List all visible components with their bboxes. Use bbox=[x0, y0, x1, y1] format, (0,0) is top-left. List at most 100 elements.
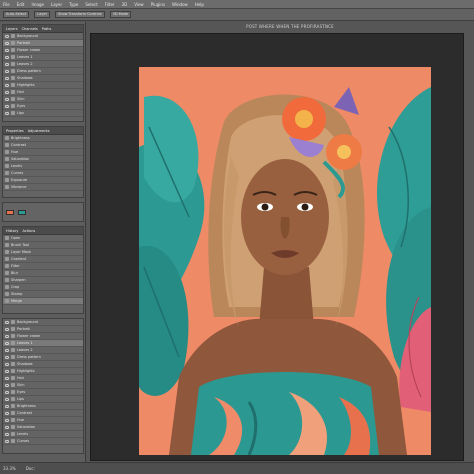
visibility-eye-icon[interactable] bbox=[5, 341, 9, 345]
panel-row[interactable]: Eyes bbox=[3, 103, 83, 110]
document-canvas[interactable] bbox=[139, 67, 431, 455]
panel-row[interactable]: Skin bbox=[3, 382, 83, 389]
panel-row[interactable]: Levels bbox=[3, 431, 83, 438]
visibility-eye-icon[interactable] bbox=[5, 34, 9, 38]
option-button[interactable]: 3D Mode bbox=[109, 11, 132, 18]
option-button[interactable]: Layer bbox=[34, 11, 51, 18]
panel-row[interactable]: Skin bbox=[3, 96, 83, 103]
visibility-eye-icon[interactable] bbox=[5, 369, 9, 373]
panel-row[interactable]: Leaves 1 bbox=[3, 340, 83, 347]
menu-item[interactable]: Filter bbox=[105, 2, 115, 7]
foreground-color-swatch[interactable] bbox=[6, 209, 14, 215]
panel-row[interactable]: Background bbox=[3, 319, 83, 326]
panel-row[interactable]: Highlights bbox=[3, 368, 83, 375]
visibility-eye-icon[interactable] bbox=[5, 334, 9, 338]
panel-row[interactable]: Brightness bbox=[3, 403, 83, 410]
panel-row[interactable]: Blur bbox=[3, 270, 83, 277]
panel-row[interactable]: Lips bbox=[3, 110, 83, 117]
visibility-eye-icon[interactable] bbox=[5, 362, 9, 366]
visibility-eye-icon[interactable] bbox=[5, 355, 9, 359]
menu-item[interactable]: Type bbox=[69, 2, 78, 7]
visibility-eye-icon[interactable] bbox=[5, 104, 9, 108]
panel-row[interactable]: Vibrance bbox=[3, 184, 83, 191]
panel-row[interactable]: Merge bbox=[3, 298, 83, 305]
panel-row[interactable]: Filter bbox=[3, 263, 83, 270]
visibility-eye-icon[interactable] bbox=[5, 390, 9, 394]
visibility-eye-icon[interactable] bbox=[5, 111, 9, 115]
panel-row[interactable]: Exposure bbox=[3, 177, 83, 184]
panel-row[interactable]: Eyes bbox=[3, 389, 83, 396]
panel-row[interactable]: Highlights bbox=[3, 82, 83, 89]
panel-row[interactable]: Leaves 1 bbox=[3, 54, 83, 61]
visibility-eye-icon[interactable] bbox=[5, 97, 9, 101]
panel-tab[interactable]: History bbox=[6, 229, 18, 233]
visibility-eye-icon[interactable] bbox=[5, 411, 9, 415]
visibility-eye-icon[interactable] bbox=[5, 41, 9, 45]
panel-row[interactable]: Hue bbox=[3, 149, 83, 156]
panel-tab[interactable]: Properties bbox=[6, 129, 24, 133]
panel-row[interactable]: Portrait bbox=[3, 326, 83, 333]
panel-row[interactable]: Flower crown bbox=[3, 333, 83, 340]
panel-row[interactable]: Layer Mask bbox=[3, 249, 83, 256]
panel-row[interactable]: Flower crown bbox=[3, 47, 83, 54]
menu-item[interactable]: Edit bbox=[17, 2, 25, 7]
option-button[interactable]: Show Transform Controls bbox=[55, 11, 105, 18]
zoom-level[interactable]: 33.3% bbox=[3, 466, 16, 471]
visibility-eye-icon[interactable] bbox=[5, 327, 9, 331]
panel-row[interactable]: Dress pattern bbox=[3, 68, 83, 75]
panel-row[interactable]: Saturation bbox=[3, 156, 83, 163]
panel-tab[interactable]: Layers bbox=[6, 27, 18, 31]
panel-tab[interactable]: Adjustments bbox=[28, 129, 50, 133]
panel-row[interactable]: Open bbox=[3, 235, 83, 242]
visibility-eye-icon[interactable] bbox=[5, 48, 9, 52]
panel-row[interactable]: Lips bbox=[3, 396, 83, 403]
menu-item[interactable]: 3D bbox=[122, 2, 128, 7]
menu-item[interactable]: Plugins bbox=[151, 2, 165, 7]
panel-row[interactable]: Levels bbox=[3, 163, 83, 170]
panel-row[interactable]: Contrast bbox=[3, 142, 83, 149]
menu-item[interactable]: Layer bbox=[51, 2, 62, 7]
visibility-eye-icon[interactable] bbox=[5, 69, 9, 73]
visibility-eye-icon[interactable] bbox=[5, 320, 9, 324]
panel-row[interactable]: Saturation bbox=[3, 424, 83, 431]
panel-row[interactable]: Leaves 2 bbox=[3, 61, 83, 68]
canvas-area[interactable] bbox=[90, 33, 464, 461]
visibility-eye-icon[interactable] bbox=[5, 376, 9, 380]
visibility-eye-icon[interactable] bbox=[5, 83, 9, 87]
panel-row[interactable]: Portrait bbox=[3, 40, 83, 47]
visibility-eye-icon[interactable] bbox=[5, 383, 9, 387]
panel-tab[interactable]: Channels bbox=[22, 27, 38, 31]
panel-row[interactable]: Background bbox=[3, 33, 83, 40]
panel-row[interactable]: Contrast bbox=[3, 410, 83, 417]
visibility-eye-icon[interactable] bbox=[5, 348, 9, 352]
option-button[interactable]: Auto-Select bbox=[3, 11, 30, 18]
panel-row[interactable]: Stamp bbox=[3, 291, 83, 298]
panel-row[interactable]: Shadows bbox=[3, 75, 83, 82]
panel-tab[interactable]: Actions bbox=[22, 229, 35, 233]
visibility-eye-icon[interactable] bbox=[5, 55, 9, 59]
menu-item[interactable]: Select bbox=[85, 2, 97, 7]
menu-item[interactable]: Help bbox=[195, 2, 204, 7]
panel-row[interactable]: Gradient bbox=[3, 256, 83, 263]
menu-item[interactable]: Image bbox=[31, 2, 44, 7]
visibility-eye-icon[interactable] bbox=[5, 425, 9, 429]
menu-item[interactable]: View bbox=[134, 2, 144, 7]
panel-row[interactable]: Brush Tool bbox=[3, 242, 83, 249]
panel-row[interactable]: Shadows bbox=[3, 361, 83, 368]
panel-row[interactable]: Hair bbox=[3, 375, 83, 382]
panel-row[interactable]: Hair bbox=[3, 89, 83, 96]
panel-row[interactable]: Curves bbox=[3, 170, 83, 177]
visibility-eye-icon[interactable] bbox=[5, 418, 9, 422]
menu-item[interactable]: Window bbox=[172, 2, 188, 7]
visibility-eye-icon[interactable] bbox=[5, 404, 9, 408]
panel-tab[interactable]: Paths bbox=[42, 27, 52, 31]
menu-item[interactable]: File bbox=[3, 2, 10, 7]
panel-row[interactable]: Hue bbox=[3, 417, 83, 424]
panel-row[interactable]: Leaves 2 bbox=[3, 347, 83, 354]
visibility-eye-icon[interactable] bbox=[5, 62, 9, 66]
background-color-swatch[interactable] bbox=[18, 209, 26, 215]
visibility-eye-icon[interactable] bbox=[5, 397, 9, 401]
visibility-eye-icon[interactable] bbox=[5, 76, 9, 80]
panel-row[interactable]: Crop bbox=[3, 284, 83, 291]
panel-row[interactable]: Dress pattern bbox=[3, 354, 83, 361]
